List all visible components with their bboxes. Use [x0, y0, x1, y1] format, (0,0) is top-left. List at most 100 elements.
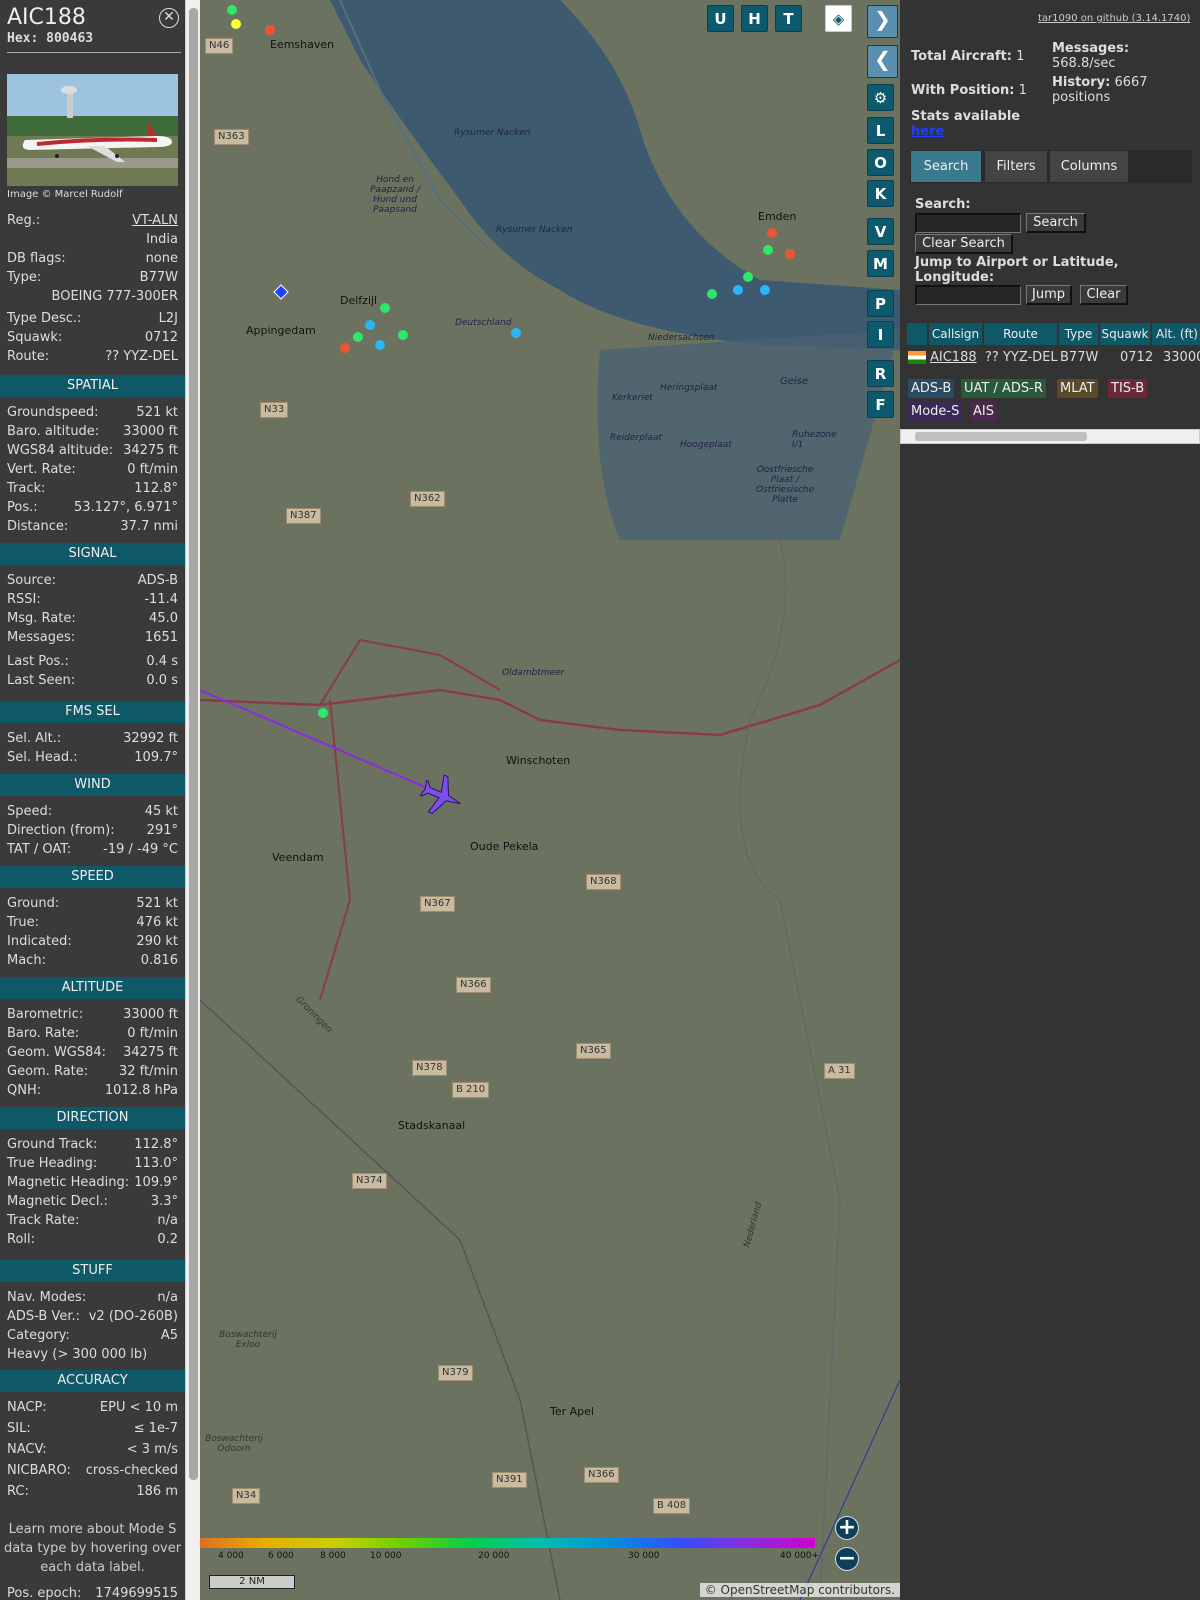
detail-label[interactable]: NACV: [7, 1442, 47, 1457]
table-horizontal-scrollbar[interactable] [900, 429, 1200, 444]
badge-mlat[interactable]: MLAT [1057, 379, 1098, 398]
detail-label[interactable]: NACP: [7, 1400, 47, 1415]
expand-right-icon[interactable]: ❯ [867, 5, 898, 38]
horizontal-scrollbar-thumb[interactable] [915, 432, 1087, 441]
map-button-t[interactable]: T [775, 5, 802, 32]
detail-label[interactable]: Baro. altitude: [7, 424, 99, 439]
map-side-button-v[interactable]: V [867, 218, 894, 245]
map-attribution[interactable]: © OpenStreetMap contributors. [699, 1583, 900, 1597]
detail-label[interactable]: Category: [7, 1328, 70, 1343]
table-row-callsign[interactable]: AIC188 [930, 349, 977, 367]
detail-label[interactable]: Indicated: [7, 934, 72, 949]
detail-label[interactable]: RC: [7, 1484, 29, 1499]
detail-label[interactable]: NICBARO: [7, 1463, 71, 1478]
badge-ais[interactable]: AIS [970, 402, 997, 421]
scrollbar-thumb[interactable] [189, 8, 198, 1480]
detail-label[interactable]: Geom. WGS84: [7, 1045, 106, 1060]
detail-label[interactable]: Speed: [7, 804, 52, 819]
detail-label[interactable]: Ground: [7, 896, 59, 911]
map-side-button-f[interactable]: F [867, 391, 894, 418]
detail-label[interactable]: RSSI: [7, 592, 41, 607]
map-side-button-i[interactable]: I [867, 321, 894, 348]
detail-label[interactable]: WGS84 altitude: [7, 443, 113, 458]
table-header-altitude[interactable]: Alt. (ft) [1152, 323, 1200, 345]
map-side-button-m[interactable]: M [867, 250, 894, 277]
table-header-route[interactable]: Route [984, 323, 1057, 345]
close-icon[interactable]: ✕ [159, 8, 179, 28]
detail-label[interactable]: Sel. Head.: [7, 750, 78, 765]
detail-label[interactable]: Source: [7, 573, 56, 588]
detail-label[interactable]: Last Pos.: [7, 654, 69, 669]
detail-label[interactable]: SIL: [7, 1421, 31, 1436]
jump-button[interactable]: Jump [1026, 285, 1072, 305]
map-side-button-l[interactable]: L [867, 117, 894, 144]
detail-label[interactable]: Msg. Rate: [7, 611, 76, 626]
detail-label[interactable]: Vert. Rate: [7, 462, 76, 477]
detail-label[interactable]: True: [7, 915, 39, 930]
detail-label[interactable]: Groundspeed: [7, 405, 98, 420]
jump-input[interactable] [915, 285, 1021, 305]
search-input[interactable] [915, 213, 1021, 233]
search-label: Search: [915, 197, 971, 212]
detail-label[interactable]: Heavy (> 300 000 lb) [7, 1347, 147, 1362]
clear-search-button[interactable]: Clear Search [915, 234, 1013, 254]
search-button[interactable]: Search [1026, 213, 1086, 233]
detail-label[interactable]: Direction (from): [7, 823, 115, 838]
detail-label[interactable]: Magnetic Decl.: [7, 1194, 108, 1209]
stats-available: Stats available here [911, 109, 1020, 139]
badge-modes[interactable]: Mode-S [908, 402, 963, 421]
clear-button[interactable]: Clear [1080, 285, 1128, 305]
detail-label[interactable]: Pos.: [7, 500, 38, 515]
detail-label[interactable]: True Heading: [7, 1156, 97, 1171]
info-value[interactable]: VT-ALN [132, 213, 178, 228]
detail-label[interactable]: Roll: [7, 1232, 35, 1247]
detail-label[interactable]: Magnetic Heading: [7, 1175, 129, 1190]
detail-label[interactable]: Mach: [7, 953, 46, 968]
badge-adsb[interactable]: ADS-B [908, 379, 955, 398]
map-side-button-o[interactable]: O [867, 149, 894, 176]
badge-tisb[interactable]: TIS-B [1108, 379, 1148, 398]
badge-uat[interactable]: UAT / ADS-R [961, 379, 1046, 398]
tab-search[interactable]: Search [911, 151, 981, 182]
map-side-button-r[interactable]: R [867, 360, 894, 387]
layers-icon[interactable]: ◈ [825, 5, 852, 32]
map-side-button-p[interactable]: P [867, 290, 894, 317]
detail-label[interactable]: Baro. Rate: [7, 1026, 79, 1041]
sidebar-scrollbar[interactable] [185, 0, 200, 1600]
detail-label[interactable]: Ground Track: [7, 1137, 97, 1152]
zoom-out-icon[interactable]: − [835, 1547, 859, 1571]
map-label: Deutschland [455, 318, 512, 328]
map-view[interactable]: Eemshaven Delfzijl Appingedam Emden Wins… [200, 0, 900, 1600]
detail-label[interactable]: Distance: [7, 519, 68, 534]
map-button-h[interactable]: H [741, 5, 768, 32]
map-side-button-k[interactable]: K [867, 180, 894, 207]
aircraft-photo[interactable] [7, 74, 178, 186]
detail-label[interactable]: Messages: [7, 630, 75, 645]
detail-value: v2 (DO-260B) [88, 1309, 178, 1324]
settings-gear-icon[interactable]: ⚙ [867, 84, 894, 111]
tab-columns[interactable]: Columns [1050, 151, 1128, 182]
table-header-squawk[interactable]: Squawk [1100, 323, 1150, 345]
detail-label[interactable]: Nav. Modes: [7, 1290, 86, 1305]
tab-filters[interactable]: Filters [985, 151, 1047, 182]
detail-label[interactable]: Last Seen: [7, 673, 75, 688]
github-link[interactable]: tar1090 on github (3.14.1740) [1038, 13, 1190, 24]
detail-label[interactable]: ADS-B Ver.: [7, 1309, 80, 1324]
detail-label[interactable]: TAT / OAT: [7, 842, 71, 857]
table-header-callsign[interactable]: Callsign [929, 323, 982, 345]
detail-label[interactable]: Track: [7, 481, 45, 496]
detail-label[interactable]: Track Rate: [7, 1213, 79, 1228]
detail-label[interactable]: Barometric: [7, 1007, 83, 1022]
map-label: Oude Pekela [470, 840, 539, 853]
detail-label[interactable]: Geom. Rate: [7, 1064, 88, 1079]
detail-label[interactable]: Sel. Alt.: [7, 731, 61, 746]
zoom-in-icon[interactable]: + [835, 1516, 859, 1540]
table-header-type[interactable]: Type [1059, 323, 1098, 345]
road-label: N362 [410, 491, 445, 507]
map-button-u[interactable]: U [707, 5, 734, 32]
info-label: Reg.: [7, 213, 41, 228]
collapse-left-icon[interactable]: ❮ [867, 45, 898, 78]
detail-label[interactable]: QNH: [7, 1083, 41, 1098]
detail-row: RSSI: -11.4 [7, 592, 178, 611]
stats-link[interactable]: here [911, 124, 944, 139]
